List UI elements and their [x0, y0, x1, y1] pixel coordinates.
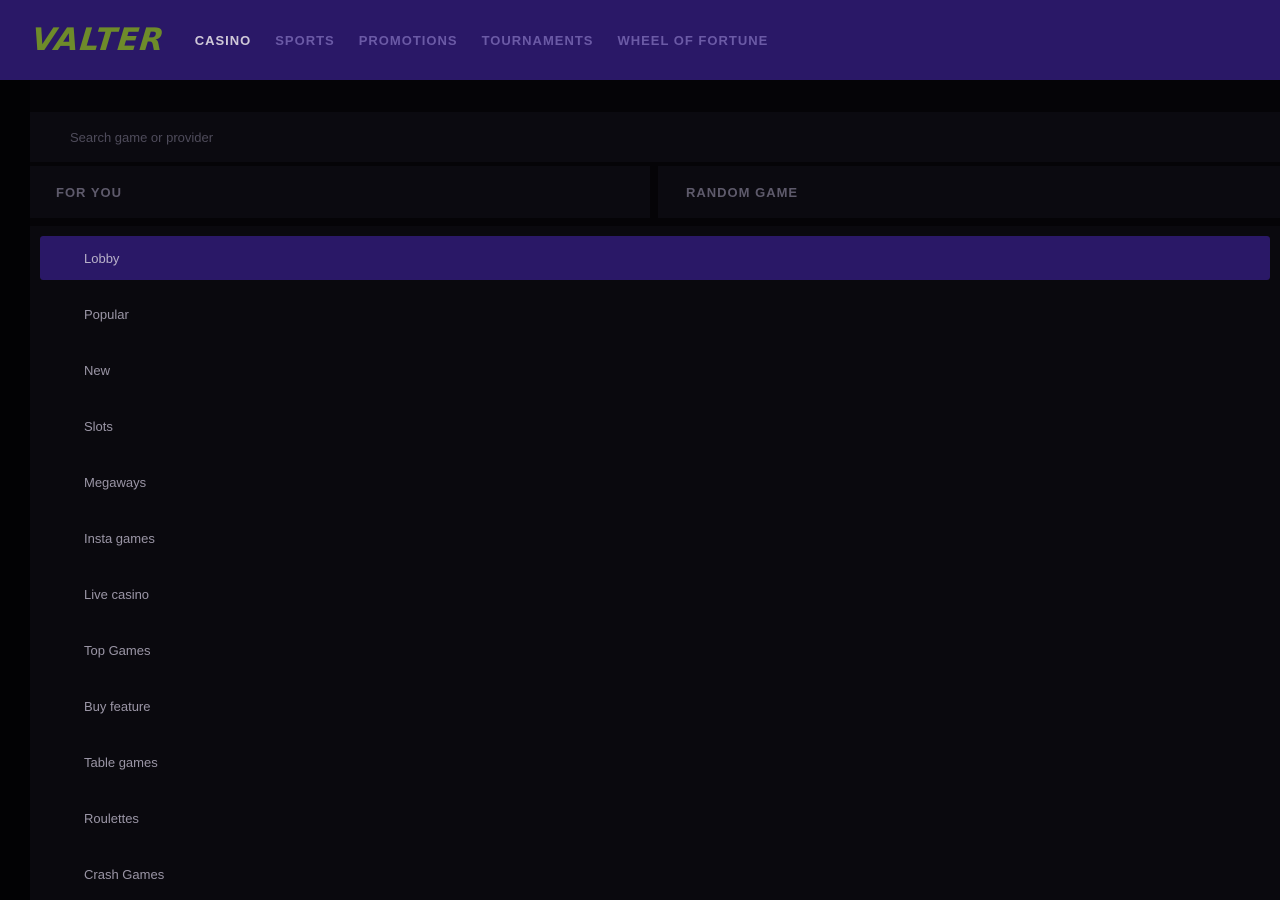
game-menu-panel: FOR YOU RANDOM GAME Lobby Popular New Sl… — [30, 80, 1280, 900]
category-popular[interactable]: Popular — [40, 292, 1270, 336]
left-gutter — [0, 80, 30, 900]
for-you-tab[interactable]: FOR YOU — [30, 166, 650, 218]
random-game-tab[interactable]: RANDOM GAME — [658, 166, 1280, 218]
main-nav: CASINO SPORTS PROMOTIONS TOURNAMENTS WHE… — [195, 33, 769, 48]
category-new[interactable]: New — [40, 348, 1270, 392]
category-slots[interactable]: Slots — [40, 404, 1270, 448]
quick-tabs: FOR YOU RANDOM GAME — [30, 166, 1280, 218]
category-lobby[interactable]: Lobby — [40, 236, 1270, 280]
category-top-games[interactable]: Top Games — [40, 628, 1270, 672]
category-crash-games[interactable]: Crash Games — [40, 852, 1270, 896]
category-roulettes[interactable]: Roulettes — [40, 796, 1270, 840]
search-bar — [30, 112, 1280, 162]
nav-casino[interactable]: CASINO — [195, 33, 252, 48]
nav-wheel-of-fortune[interactable]: WHEEL OF FORTUNE — [617, 33, 768, 48]
top-navigation-bar: VALTER CASINO SPORTS PROMOTIONS TOURNAME… — [0, 0, 1280, 80]
category-live-casino[interactable]: Live casino — [40, 572, 1270, 616]
nav-sports[interactable]: SPORTS — [275, 33, 334, 48]
category-list: Lobby Popular New Slots Megaways Insta g… — [30, 226, 1280, 900]
category-table-games[interactable]: Table games — [40, 740, 1270, 784]
nav-promotions[interactable]: PROMOTIONS — [359, 33, 458, 48]
search-input[interactable] — [68, 128, 1280, 146]
category-insta-games[interactable]: Insta games — [40, 516, 1270, 560]
nav-tournaments[interactable]: TOURNAMENTS — [482, 33, 594, 48]
category-megaways[interactable]: Megaways — [40, 460, 1270, 504]
valter-logo[interactable]: VALTER — [30, 22, 166, 58]
category-buy-feature[interactable]: Buy feature — [40, 684, 1270, 728]
